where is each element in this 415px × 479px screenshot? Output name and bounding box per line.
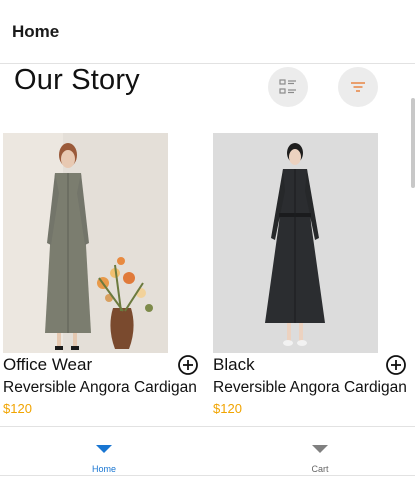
product-price: $120 [213,401,242,416]
bottom-navigation: Home Cart [0,426,415,476]
product-name: Office Wear [3,355,93,374]
add-circle-icon[interactable] [177,354,199,376]
list-view-button[interactable] [268,67,308,107]
product-subtitle: Reversible Angora Cardigan [213,379,407,396]
app-title: Home [12,22,60,41]
main-content[interactable]: Our Story Office Wear Reversible Angora … [0,64,415,426]
product-name: Black [213,355,255,374]
app-bar: Home [0,0,415,64]
page-title: Our Story [14,64,140,96]
product-image[interactable] [3,133,168,353]
list-view-icon [279,79,296,94]
nav-item-cart[interactable]: Cart [260,427,380,475]
nav-label-cart: Cart [311,464,329,474]
product-price: $120 [3,401,32,416]
product-card[interactable]: Black Reversible Angora Cardigan $120 [213,133,413,416]
nav-label-home: Home [91,464,116,474]
product-subtitle: Reversible Angora Cardigan [3,379,197,396]
add-circle-icon[interactable] [385,354,407,376]
filter-icon [351,82,365,92]
triangle-down-icon [96,445,112,453]
model-black-dress-photo [213,133,378,353]
triangle-down-icon [312,445,328,453]
nav-item-home[interactable]: Home [44,427,164,475]
product-card[interactable]: Office Wear Reversible Angora Cardigan $… [3,133,203,416]
filter-button[interactable] [338,67,378,107]
model-grey-dress-photo [3,133,168,353]
product-image[interactable] [213,133,378,353]
